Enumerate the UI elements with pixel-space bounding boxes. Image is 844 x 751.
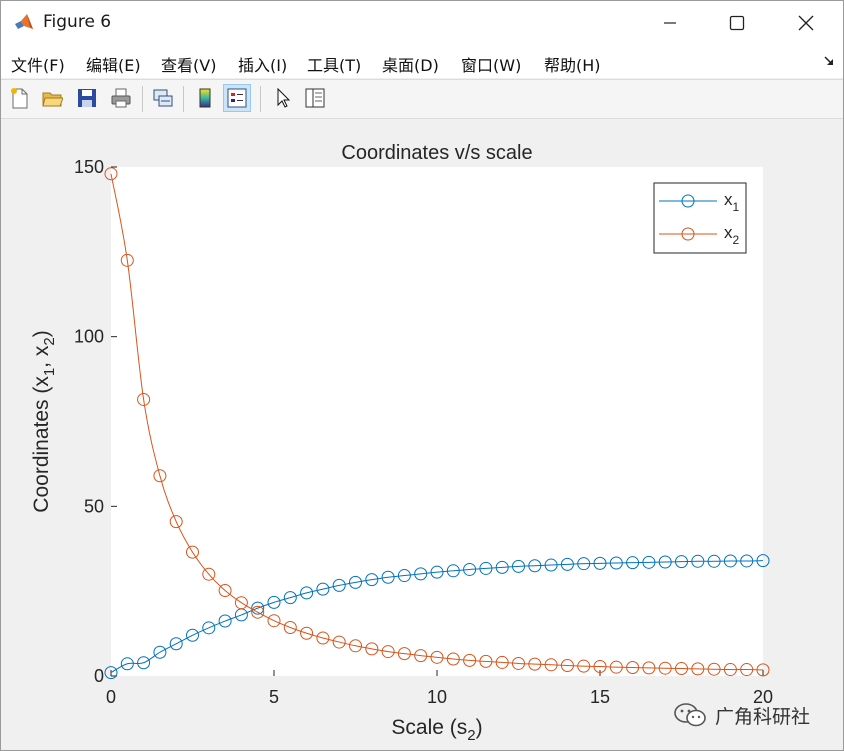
title-bar: Figure 6 [1,1,843,45]
print-button[interactable] [107,84,135,112]
new-figure-icon [11,88,28,109]
menu-edit[interactable]: 编辑(E) [86,52,141,76]
y-tick-label: 0 [94,666,104,686]
maximize-icon [729,15,745,31]
y-axis-label-subscript-2: 2 [41,337,58,345]
x-axis-label-close: ) [476,716,483,739]
menu-desktop[interactable]: 桌面(D) [382,52,439,76]
menu-view[interactable]: 查看(V) [161,52,216,76]
maximize-button[interactable] [708,1,766,45]
minimize-icon [664,22,676,24]
legend-label-x1-sub: 1 [733,200,740,214]
y-tick-label: 50 [84,496,104,516]
open-file-button[interactable] [38,84,66,112]
x-tick-label: 10 [427,687,447,707]
link-plot-icon [153,89,173,107]
window-title: Figure 6 [43,12,112,32]
pointer-button[interactable] [269,84,297,112]
toolbar-separator [142,86,143,112]
watermark-text: 广角科研社 [715,705,811,728]
save-icon [78,89,96,107]
y-axis-label-mid: , x [30,345,53,368]
x-axis-label-text: Scale (s [391,716,467,739]
toolbar-separator [183,86,184,112]
property-inspector-button[interactable] [301,84,329,112]
y-axis-label: Coordinates (x1, x2) [30,330,58,512]
x-tick-label: 0 [106,687,116,707]
close-button[interactable] [777,1,835,45]
legend[interactable]: x1 x2 [653,182,747,254]
x-tick-label: 5 [269,687,279,707]
figure-window: Figure 6 文件(F) 编辑(E) 查看(V) 插入(I) 工具(T) 桌… [0,0,844,751]
minimize-button[interactable] [641,1,699,45]
toolbar [1,79,843,119]
legend-icon [227,88,247,108]
print-icon [111,88,131,108]
property-inspector-icon [305,88,325,108]
menu-help[interactable]: 帮助(H) [544,52,601,76]
legend-button[interactable] [223,84,251,112]
x-axis-label: Scale (s2) [391,716,482,744]
wechat-icon [674,703,706,727]
y-axis-label-text: Coordinates (x [30,376,53,513]
menu-tools[interactable]: 工具(T) [307,52,361,76]
new-figure-button[interactable] [5,84,33,112]
y-axis-label-close: ) [30,330,53,337]
colorbar-button[interactable] [191,84,219,112]
chart-title: Coordinates v/s scale [341,142,532,164]
y-tick-label: 150 [74,157,104,177]
colorbar-icon [199,88,211,108]
menu-bar: 文件(F) 编辑(E) 查看(V) 插入(I) 工具(T) 桌面(D) 窗口(W… [1,45,843,78]
menu-file[interactable]: 文件(F) [11,52,65,76]
close-icon [798,15,814,31]
legend-label-x2-sub: 2 [733,233,740,247]
menu-insert[interactable]: 插入(I) [238,52,287,76]
watermark: 广角科研社 [673,701,810,729]
pointer-icon [277,87,291,108]
y-axis-label-subscript-1: 1 [41,368,58,376]
dock-arrow-icon[interactable] [823,55,835,67]
link-plot-button[interactable] [149,84,177,112]
menu-window[interactable]: 窗口(W) [461,52,521,76]
y-tick-label: 100 [74,327,104,347]
plot-svg: Coordinates v/s scale 0 5 10 15 20050100150 … [30,142,773,744]
save-button[interactable] [73,84,101,112]
x-axis-label-subscript: 2 [467,727,475,744]
toolbar-separator [260,86,261,112]
x-tick-label: 15 [590,687,610,707]
figure-canvas: Coordinates v/s scale 0 5 10 15 20 0 50 100 150 … [1,118,843,750]
matlab-logo-icon [15,14,33,29]
open-file-icon [42,92,63,107]
